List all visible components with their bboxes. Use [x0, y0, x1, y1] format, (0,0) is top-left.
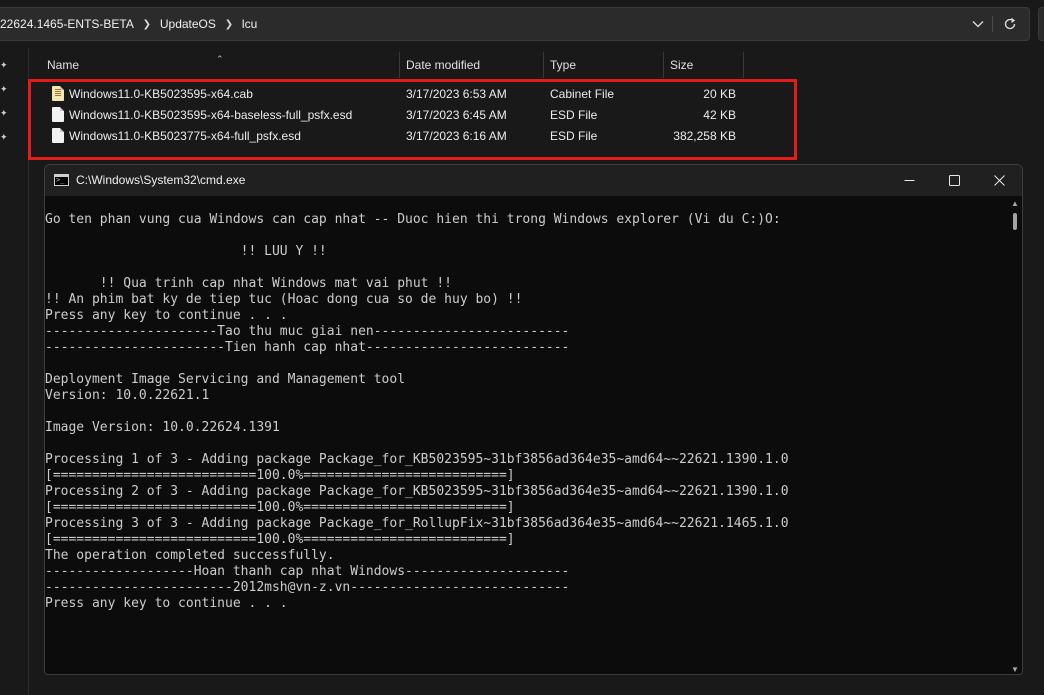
console-line: The operation completed successfully. — [45, 548, 335, 563]
refresh-icon[interactable] — [1000, 14, 1020, 34]
navigation-pane: ✦ ✦ ✦ ✦ — [0, 48, 30, 695]
scrollbar-thumb[interactable] — [1013, 213, 1017, 230]
console-line: ------------------------2012msh@vn-z.vn-… — [45, 580, 570, 595]
address-history-chevron-down-icon[interactable] — [968, 14, 988, 34]
cmd-window[interactable]: C:\Windows\System32\cmd.exe Go ten phan … — [44, 164, 1023, 675]
pin-icon[interactable]: ✦ — [0, 60, 10, 70]
console-line: [==========================100.0%=======… — [45, 468, 515, 483]
cabinet-file-icon — [52, 86, 64, 101]
console-line: Press any key to continue . . . — [45, 596, 288, 611]
cmd-title-bar[interactable]: C:\Windows\System32\cmd.exe — [45, 165, 1022, 196]
breadcrumb: 22624.1465-ENTS-BETA ❯ UpdateOS ❯ lcu — [0, 8, 263, 40]
console-line: !! Qua trinh cap nhat Windows mat vai ph… — [45, 276, 452, 291]
minimize-button[interactable] — [886, 165, 932, 196]
file-row[interactable]: Windows11.0-KB5023595-x64.cab 3/17/2023 … — [48, 84, 788, 105]
file-row[interactable]: Windows11.0-KB5023595-x64-baseless-full_… — [48, 105, 788, 126]
console-line: Press any key to continue . . . — [45, 308, 288, 323]
console-line: Processing 3 of 3 - Adding package Packa… — [45, 516, 789, 531]
console-line: Version: 10.0.22621.1 — [45, 388, 210, 403]
file-type: ESD File — [550, 129, 598, 143]
esd-file-icon — [52, 128, 64, 143]
file-name: Windows11.0-KB5023595-x64.cab — [69, 87, 253, 101]
breadcrumb-item-updateos[interactable]: UpdateOS — [160, 17, 222, 31]
console-line: Image Version: 10.0.22624.1391 — [45, 420, 280, 435]
file-list-header: ⌃ Name Date modified Type Size — [40, 52, 1044, 78]
file-size: 382,258 KB — [673, 129, 736, 143]
breadcrumb-item-build[interactable]: 22624.1465-ENTS-BETA — [0, 17, 140, 31]
column-header-date[interactable]: Date modified — [399, 52, 544, 78]
file-date-modified: 3/17/2023 6:45 AM — [406, 108, 507, 122]
maximize-icon — [948, 175, 960, 186]
maximize-button[interactable] — [931, 165, 977, 196]
console-line: [==========================100.0%=======… — [45, 500, 515, 515]
pin-icon[interactable]: ✦ — [0, 108, 10, 118]
chevron-right-icon[interactable]: ❯ — [140, 19, 154, 30]
file-name: Windows11.0-KB5023775-x64-full_psfx.esd — [69, 129, 301, 143]
file-date-modified: 3/17/2023 6:53 AM — [406, 87, 507, 101]
scroll-up-arrow-icon[interactable]: ▲ — [1011, 199, 1019, 208]
column-header-name[interactable]: ⌃ Name — [40, 52, 400, 78]
address-divider — [992, 16, 993, 32]
file-date-modified: 3/17/2023 6:16 AM — [406, 129, 507, 143]
console-line: Processing 1 of 3 - Adding package Packa… — [45, 452, 789, 467]
pin-icon[interactable]: ✦ — [0, 132, 10, 142]
column-header-type[interactable]: Type — [543, 52, 664, 78]
console-line: -------------------Hoan thanh cap nhat W… — [45, 564, 570, 579]
console-line: Go ten phan vung cua Windows can cap nha… — [45, 212, 781, 227]
console-line: [==========================100.0%=======… — [45, 532, 515, 547]
console-line: -----------------------Tien hanh cap nha… — [45, 340, 570, 355]
pin-icon[interactable]: ✦ — [0, 84, 10, 94]
console-line: Deployment Image Servicing and Managemen… — [45, 372, 406, 387]
chevron-right-icon[interactable]: ❯ — [222, 19, 236, 30]
close-icon — [993, 175, 1005, 186]
address-bar[interactable]: 22624.1465-ENTS-BETA ❯ UpdateOS ❯ lcu — [0, 7, 1030, 41]
file-type: ESD File — [550, 108, 598, 122]
search-box-edge[interactable] — [1038, 7, 1044, 41]
window-title: C:\Windows\System32\cmd.exe — [76, 173, 246, 187]
breadcrumb-item-lcu[interactable]: lcu — [242, 17, 263, 31]
console-line: Processing 2 of 3 - Adding package Packa… — [45, 484, 789, 499]
file-size: 42 KB — [703, 108, 736, 122]
file-type: Cabinet File — [550, 87, 615, 101]
minimize-icon — [904, 180, 914, 181]
file-row[interactable]: Windows11.0-KB5023775-x64-full_psfx.esd … — [48, 126, 788, 147]
pane-divider — [28, 48, 29, 695]
console-output[interactable]: Go ten phan vung cua Windows can cap nha… — [45, 212, 1005, 674]
file-size: 20 KB — [703, 87, 736, 101]
console-line: !! An phim bat ky de tiep tuc (Hoac dong… — [45, 292, 523, 307]
close-button[interactable] — [976, 165, 1022, 196]
file-name: Windows11.0-KB5023595-x64-baseless-full_… — [69, 108, 353, 122]
console-line: ----------------------Tao thu muc giai n… — [45, 324, 570, 339]
file-list: Windows11.0-KB5023595-x64.cab 3/17/2023 … — [48, 84, 788, 147]
esd-file-icon — [52, 107, 64, 122]
console-scrollbar[interactable]: ▲ ▼ — [1008, 196, 1022, 674]
sort-ascending-icon: ⌃ — [216, 54, 224, 64]
scroll-down-arrow-icon[interactable]: ▼ — [1011, 665, 1019, 674]
cmd-app-icon[interactable] — [54, 174, 69, 186]
console-line: !! LUU Y !! — [45, 244, 327, 259]
column-header-size[interactable]: Size — [663, 52, 744, 78]
